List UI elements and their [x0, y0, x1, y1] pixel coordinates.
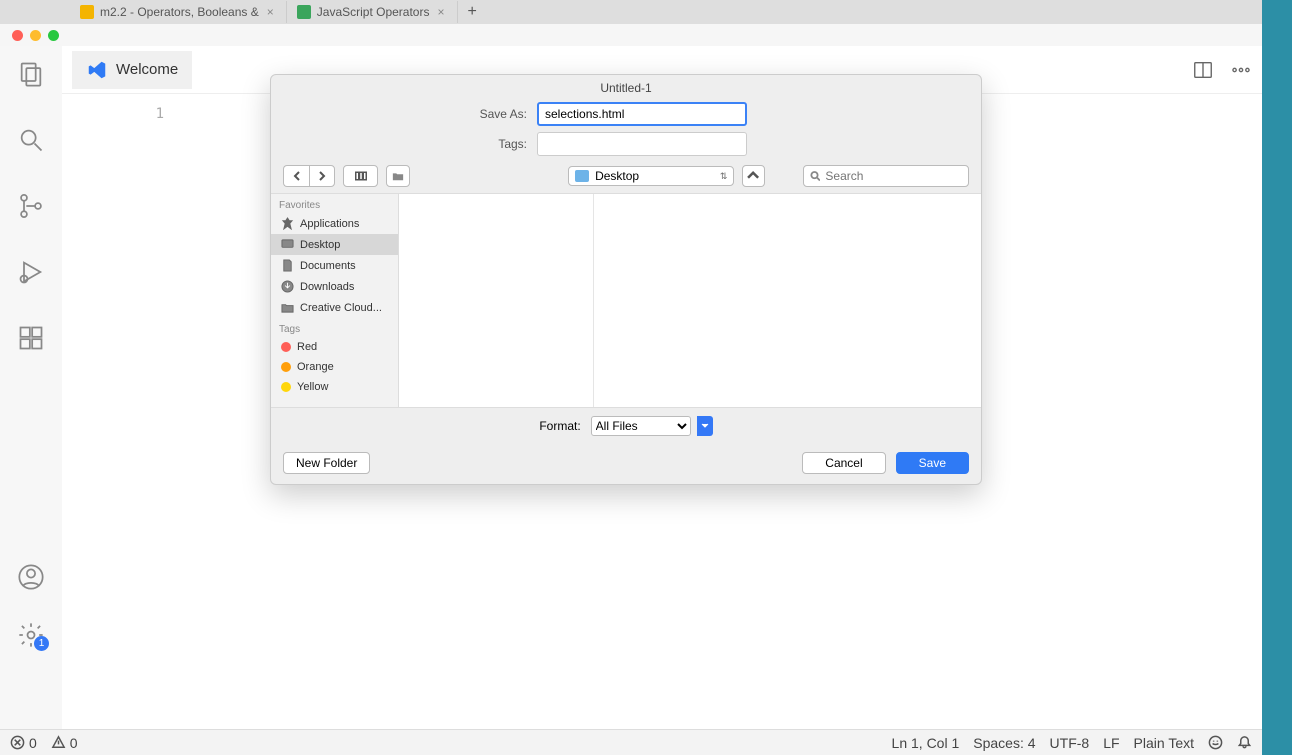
right-decorative-strip — [1262, 0, 1292, 755]
browser-tab-1[interactable]: m2.2 - Operators, Booleans & × — [70, 1, 287, 23]
folder-icon — [281, 301, 294, 314]
search-icon — [810, 170, 821, 182]
chevron-updown-icon: ⇅ — [720, 171, 728, 182]
run-debug-icon[interactable] — [17, 258, 45, 286]
documents-icon — [281, 259, 294, 272]
window-controls — [0, 24, 1262, 46]
folder-button[interactable] — [386, 165, 410, 187]
dialog-title: Untitled-1 — [271, 75, 981, 99]
status-bar: 0 0 Ln 1, Col 1 Spaces: 4 UTF-8 LF Plain… — [0, 729, 1262, 755]
tag-dot-icon — [281, 342, 291, 352]
tags-label: Tags: — [287, 137, 537, 151]
tags-header: Tags — [271, 318, 398, 337]
new-tab-button[interactable]: + — [458, 1, 487, 23]
status-encoding[interactable]: UTF-8 — [1050, 735, 1090, 751]
split-editor-icon[interactable] — [1192, 59, 1214, 81]
nav-forward-button[interactable] — [309, 165, 335, 187]
line-number: 1 — [62, 94, 182, 729]
explorer-icon[interactable] — [17, 60, 45, 88]
sidebar-item-desktop[interactable]: Desktop — [271, 234, 398, 255]
notifications-icon[interactable] — [1237, 735, 1252, 750]
status-language[interactable]: Plain Text — [1134, 735, 1194, 751]
maximize-window-icon[interactable] — [48, 30, 59, 41]
finder-search-input[interactable] — [825, 169, 962, 183]
settings-badge: 1 — [34, 636, 49, 651]
applications-icon — [281, 217, 294, 230]
finder-search[interactable] — [803, 165, 969, 187]
new-folder-button[interactable]: New Folder — [283, 452, 370, 474]
finder-column-2[interactable] — [594, 194, 981, 407]
feedback-icon[interactable] — [1208, 735, 1223, 750]
js-favicon-icon — [297, 5, 311, 19]
close-window-icon[interactable] — [12, 30, 23, 41]
chevron-down-icon[interactable] — [697, 416, 713, 436]
status-warnings[interactable]: 0 — [51, 735, 78, 751]
source-control-icon[interactable] — [17, 192, 45, 220]
editor-tab-welcome[interactable]: Welcome — [72, 51, 192, 89]
tag-dot-icon — [281, 382, 291, 392]
sidebar-item-documents[interactable]: Documents — [271, 255, 398, 276]
status-cursor[interactable]: Ln 1, Col 1 — [892, 735, 960, 751]
finder-column-1[interactable] — [399, 194, 594, 407]
sidebar-tag-yellow[interactable]: Yellow — [271, 377, 398, 397]
favorites-header: Favorites — [271, 194, 398, 213]
browser-tab-2[interactable]: JavaScript Operators × — [287, 1, 458, 23]
minimize-window-icon[interactable] — [30, 30, 41, 41]
save-button[interactable]: Save — [896, 452, 969, 474]
browser-tab-strip: m2.2 - Operators, Booleans & × JavaScrip… — [0, 0, 1262, 24]
status-eol[interactable]: LF — [1103, 735, 1119, 751]
search-icon[interactable] — [17, 126, 45, 154]
more-actions-icon[interactable] — [1230, 59, 1252, 81]
sidebar-tag-red[interactable]: Red — [271, 337, 398, 357]
status-spaces[interactable]: Spaces: 4 — [973, 735, 1035, 751]
finder-sidebar: Favorites Applications Desktop Documents… — [271, 194, 399, 407]
sidebar-item-creative-cloud[interactable]: Creative Cloud... — [271, 297, 398, 318]
location-label: Desktop — [595, 169, 639, 183]
desktop-icon — [281, 238, 294, 251]
save-as-input[interactable] — [537, 102, 747, 126]
format-label: Format: — [539, 419, 580, 433]
sidebar-item-downloads[interactable]: Downloads — [271, 276, 398, 297]
view-mode-button[interactable] — [343, 165, 378, 187]
folder-icon — [575, 170, 589, 182]
nav-back-button[interactable] — [283, 165, 309, 187]
tags-input[interactable] — [537, 132, 747, 156]
accounts-icon[interactable] — [17, 563, 45, 591]
slides-favicon-icon — [80, 5, 94, 19]
vscode-logo-icon — [86, 59, 108, 81]
sidebar-tag-orange[interactable]: Orange — [271, 357, 398, 377]
tag-dot-icon — [281, 362, 291, 372]
save-as-label: Save As: — [287, 107, 537, 121]
settings-gear-icon[interactable]: 1 — [17, 621, 45, 649]
location-select[interactable]: Desktop ⇅ — [568, 166, 734, 186]
cancel-button[interactable]: Cancel — [802, 452, 885, 474]
save-dialog: Untitled-1 Save As: Tags: — [270, 74, 982, 485]
close-icon[interactable]: × — [265, 5, 276, 19]
sidebar-item-applications[interactable]: Applications — [271, 213, 398, 234]
browser-tab-label: m2.2 - Operators, Booleans & — [100, 5, 259, 19]
format-select[interactable]: All Files — [591, 416, 691, 436]
activity-bar: 1 — [0, 46, 62, 729]
browser-tab-label: JavaScript Operators — [317, 5, 430, 19]
status-errors[interactable]: 0 — [10, 735, 37, 751]
close-icon[interactable]: × — [435, 5, 446, 19]
extensions-icon[interactable] — [17, 324, 45, 352]
collapse-button[interactable] — [742, 165, 764, 187]
downloads-icon — [281, 280, 294, 293]
editor-tab-label: Welcome — [116, 61, 178, 78]
